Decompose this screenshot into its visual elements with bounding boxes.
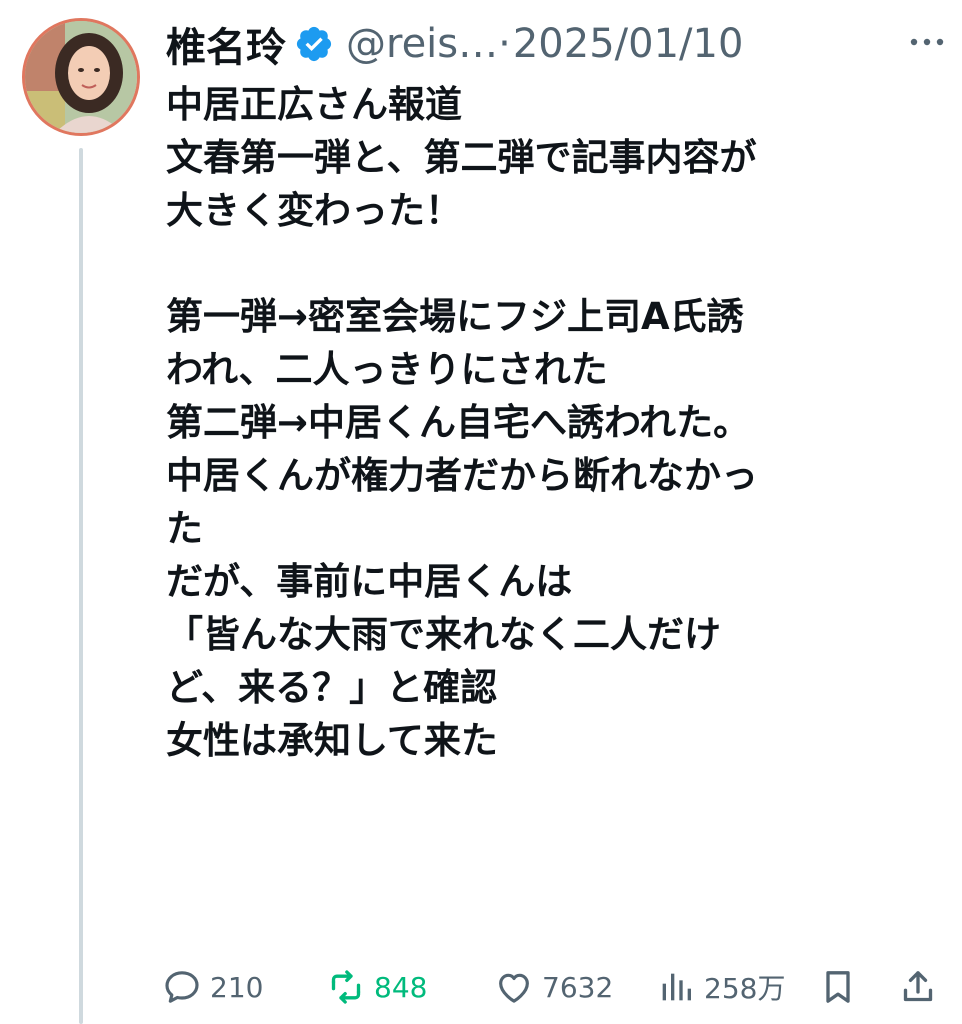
verified-badge-icon[interactable]: [294, 24, 334, 64]
tweet-text-line: だが、事前に中居くんは: [166, 560, 573, 603]
tweet-header: 椎名玲 @reis… · 2025/01/10: [166, 14, 946, 74]
tweet-text-line: 第二弾→中居くん自宅へ誘われた。: [166, 401, 751, 444]
tweet-text-line: 第一弾→密室会場にフジ上司A氏誘: [166, 295, 744, 338]
bookmark-button[interactable]: [818, 962, 858, 1012]
handle[interactable]: @reis…: [346, 21, 498, 67]
reply-bubble-icon: [165, 971, 199, 1003]
tweet-text-line: 「皆んな大雨で来れなく二人だけ: [166, 613, 721, 656]
tweet-text-line: 大きく変わった！: [166, 189, 462, 232]
tweet-text-line: た: [166, 507, 203, 550]
display-name[interactable]: 椎名玲: [166, 15, 286, 73]
tweet-date[interactable]: 2025/01/10: [513, 21, 744, 67]
more-dots-icon[interactable]: [908, 30, 946, 54]
views-button[interactable]: 258万: [656, 962, 785, 1012]
like-count: 7632: [542, 970, 614, 1004]
share-button[interactable]: [898, 962, 938, 1012]
tweet-text-line: われ、二人っきりにされた: [166, 348, 608, 391]
avatar-photo: [25, 21, 137, 133]
tweet-text: 中居正広さん報道 文春第一弾と、第二弾で記事内容が 大きく変わった！ 第一弾→密…: [166, 78, 952, 767]
reply-button[interactable]: 210: [162, 962, 263, 1012]
retweet-button[interactable]: 848: [326, 962, 427, 1012]
heart-icon: [499, 973, 529, 1003]
share-icon: [903, 971, 933, 1002]
tweet-text-line: 中居くんが権力者だから断れなかっ: [166, 454, 758, 497]
retweet-count: 848: [374, 970, 428, 1004]
like-button[interactable]: 7632: [494, 962, 613, 1012]
thread-line: [79, 148, 83, 1024]
tweet-text-blank-line: [166, 237, 952, 290]
separator-dot: ·: [498, 21, 511, 67]
tweet-text-line: 女性は承知して来た: [166, 719, 498, 762]
retweet-icon: [331, 970, 361, 1004]
action-bar: 210 848 7632 258万: [162, 962, 952, 1012]
avatar[interactable]: [22, 18, 140, 136]
tweet-text-line: 文春第一弾と、第二弾で記事内容が: [166, 136, 757, 179]
reply-count: 210: [210, 970, 264, 1004]
tweet-text-line: ど、来る？」と確認: [166, 666, 498, 709]
views-bars-icon: [662, 973, 691, 1001]
tweet-text-line: 中居正広さん報道: [166, 83, 462, 126]
views-count: 258万: [704, 972, 786, 1005]
bookmark-icon: [826, 971, 850, 1003]
